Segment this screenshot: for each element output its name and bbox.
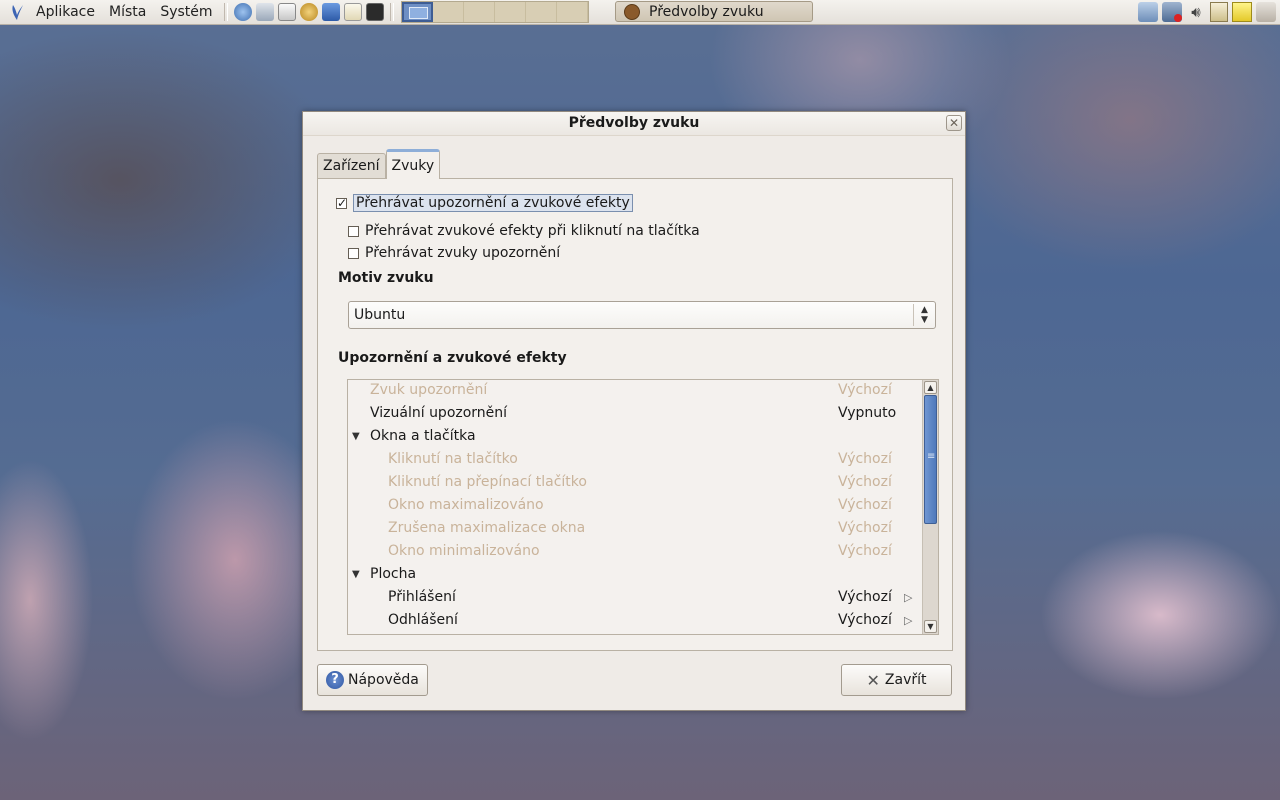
tree-row[interactable]: Přihlášení Výchozí ▷ <box>348 586 920 609</box>
scroll-down-icon[interactable]: ▼ <box>924 620 937 633</box>
tree-row[interactable]: Zrušena maximalizace okna Výchozí <box>348 517 920 540</box>
ubuntu-logo-icon[interactable] <box>9 3 25 21</box>
clipboard-icon[interactable] <box>1210 2 1228 22</box>
event-value[interactable]: Výchozí <box>838 517 892 540</box>
tree-group-row[interactable]: ▼ Okna a tlačítka <box>348 425 920 448</box>
event-value[interactable]: Výchozí <box>838 471 892 494</box>
menu-applications[interactable]: Aplikace <box>29 4 102 20</box>
event-value[interactable]: Výchozí <box>838 380 892 402</box>
text-editor-icon[interactable] <box>343 3 362 21</box>
sound-theme-combo[interactable]: Ubuntu ▲ ▼ <box>348 301 936 329</box>
help-button[interactable]: ? Nápověda <box>317 664 428 696</box>
close-x-icon: ✕ <box>866 670 880 690</box>
close-button[interactable]: ✕ Zavřít <box>841 664 952 696</box>
panel-separator <box>223 3 228 21</box>
triangle-down-icon[interactable]: ▼ <box>352 425 360 448</box>
alert-sounds-checkbox[interactable] <box>348 247 359 259</box>
tab-devices[interactable]: Zařízení <box>317 153 386 178</box>
events-section-title: Upozornění a zvukové efekty <box>338 350 567 366</box>
tree-row[interactable]: Okno minimalizováno Výchozí <box>348 540 920 563</box>
event-name: Okno maximalizováno <box>388 497 544 513</box>
event-value[interactable]: Výchozí <box>838 494 892 517</box>
event-name: Kliknutí na tlačítko <box>388 451 518 467</box>
event-name: Kliknutí na přepínací tlačítko <box>388 474 587 490</box>
tree-row[interactable]: Okno maximalizováno Výchozí <box>348 494 920 517</box>
event-value[interactable]: Vypnuto <box>838 402 896 425</box>
tree-row[interactable]: Odhlášení Výchozí ▷ <box>348 609 920 632</box>
alert-sounds-label[interactable]: Přehrávat zvuky upozornění <box>365 245 560 261</box>
event-name: Okno minimalizováno <box>388 543 540 559</box>
menu-system[interactable]: Systém <box>153 4 219 20</box>
web-browser-icon[interactable] <box>233 3 252 21</box>
event-value[interactable]: Výchozí <box>838 448 892 471</box>
tree-row[interactable]: Kliknutí na tlačítko Výchozí <box>348 448 920 471</box>
workspace-4[interactable] <box>494 2 526 22</box>
workspace-5[interactable] <box>525 2 557 22</box>
workspace-1[interactable] <box>401 2 433 22</box>
panel-separator <box>389 3 394 21</box>
close-button-label: Zavřít <box>884 672 927 688</box>
event-name: Zvuk upozornění <box>370 382 488 398</box>
update-manager-icon[interactable] <box>1138 2 1158 22</box>
tree-group-row[interactable]: ▼ Plocha <box>348 563 920 586</box>
event-name: Okna a tlačítka <box>370 428 476 444</box>
tab-panel-sounds: ✓ Přehrávat upozornění a zvukové efekty … <box>317 178 953 651</box>
event-value[interactable]: Výchozí <box>838 586 892 609</box>
close-icon[interactable]: ✕ <box>946 115 962 131</box>
menu-places[interactable]: Místa <box>102 4 153 20</box>
terminal-icon[interactable] <box>365 3 384 21</box>
network-disconnected-icon[interactable] <box>1162 2 1182 22</box>
dialog-title: Předvolby zvuku <box>568 115 700 131</box>
top-panel: Aplikace Místa Systém Předvolby zvuku 🔊︎ <box>0 0 1280 25</box>
network-icon[interactable] <box>255 3 274 21</box>
enable-sounds-checkbox[interactable]: ✓ <box>336 197 347 209</box>
help-button-label: Nápověda <box>348 672 419 688</box>
alert-sounds-row[interactable]: Přehrávat zvuky upozornění <box>348 245 560 261</box>
events-tree[interactable]: Zvuk upozornění Výchozí Vizuální upozorněn… <box>347 379 939 635</box>
button-click-sounds-checkbox[interactable] <box>348 225 359 237</box>
taskbar-window-button[interactable]: Předvolby zvuku <box>615 1 813 22</box>
event-name: Zrušena maximalizace okna <box>388 520 586 536</box>
workspace-3[interactable] <box>463 2 495 22</box>
event-name: Vizuální upozornění <box>370 405 508 421</box>
events-scrollbar[interactable]: ▲ ▼ <box>922 380 938 634</box>
play-icon[interactable]: ▷ <box>904 609 912 632</box>
workspace-6[interactable] <box>556 2 588 22</box>
users-icon[interactable] <box>299 3 318 21</box>
tab-bar: Zařízení Zvuky <box>317 148 441 179</box>
notes-icon[interactable] <box>1232 2 1252 22</box>
dialog-titlebar[interactable]: Předvolby zvuku ✕ <box>303 112 965 136</box>
event-name: Přihlášení <box>388 589 456 605</box>
scroll-up-icon[interactable]: ▲ <box>924 381 937 394</box>
tree-row[interactable]: Kliknutí na přepínací tlačítko Výchozí <box>348 471 920 494</box>
event-value[interactable]: Výchozí <box>838 540 892 563</box>
tab-sounds[interactable]: Zvuky <box>385 149 441 179</box>
triangle-down-icon[interactable]: ▼ <box>352 563 360 586</box>
button-click-sounds-label[interactable]: Přehrávat zvukové efekty při kliknutí na… <box>365 223 700 239</box>
enable-sounds-label[interactable]: Přehrávat upozornění a zvukové efekty <box>353 194 633 212</box>
event-name: Plocha <box>370 566 417 582</box>
sound-preferences-icon <box>624 3 640 20</box>
document-viewer-icon[interactable] <box>277 3 296 21</box>
sound-theme-title: Motiv zvuku <box>338 270 434 286</box>
tree-row[interactable]: Zvuk upozornění Výchozí <box>348 380 920 402</box>
workspace-switcher[interactable] <box>400 1 589 23</box>
quit-icon[interactable] <box>1256 2 1276 22</box>
help-icon: ? <box>326 671 344 689</box>
updown-arrow-icon: ▲ ▼ <box>913 304 935 326</box>
scroll-thumb[interactable] <box>924 395 937 524</box>
sound-preferences-dialog: Předvolby zvuku ✕ Zařízení Zvuky ✓ Přehr… <box>302 111 966 711</box>
volume-icon[interactable]: 🔊︎ <box>1186 2 1206 22</box>
event-name: Odhlášení <box>388 612 458 628</box>
workspace-2[interactable] <box>432 2 464 22</box>
play-icon[interactable]: ▷ <box>904 586 912 609</box>
sound-converter-icon[interactable] <box>321 3 340 21</box>
tree-row[interactable]: Vizuální upozornění Vypnuto <box>348 402 920 425</box>
taskbar-window-title: Předvolby zvuku <box>649 3 764 20</box>
enable-sounds-row[interactable]: ✓ Přehrávat upozornění a zvukové efekty <box>336 194 633 212</box>
sound-theme-value: Ubuntu <box>354 307 406 323</box>
button-click-sounds-row[interactable]: Přehrávat zvukové efekty při kliknutí na… <box>348 223 700 239</box>
system-tray: 🔊︎ <box>1138 2 1276 22</box>
event-value[interactable]: Výchozí <box>838 609 892 632</box>
